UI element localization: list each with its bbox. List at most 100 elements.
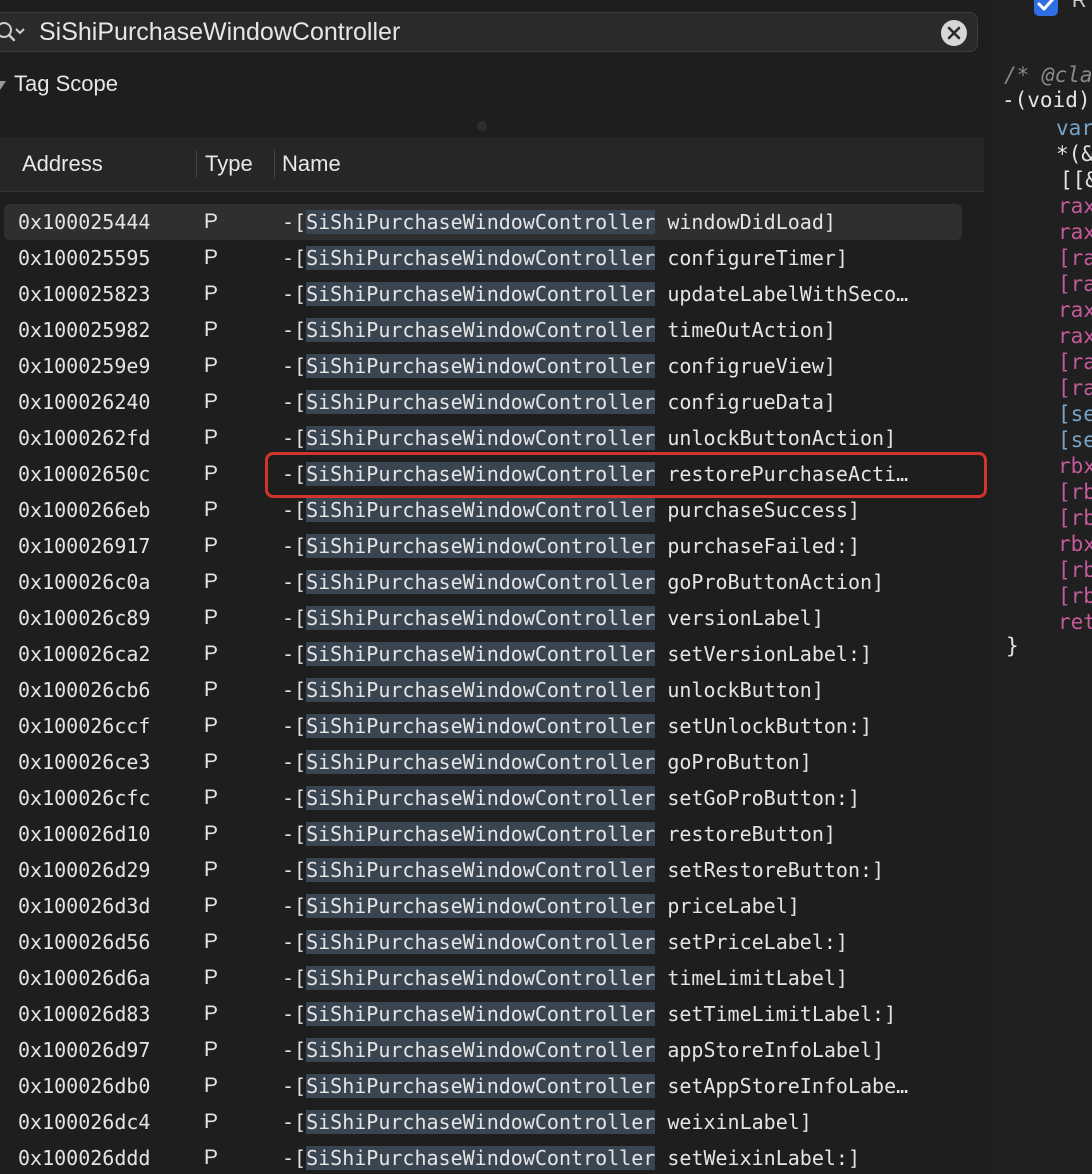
type-cell: P [204, 462, 219, 485]
address-cell: 0x100026cfc [18, 786, 151, 810]
search-match-highlight: SiShiPurchaseWindowController [306, 570, 656, 594]
search-match-highlight: SiShiPurchaseWindowController [306, 714, 656, 738]
name-cell: -[SiShiPurchaseWindowController timeOutA… [282, 312, 942, 348]
table-row[interactable]: 0x100026db0 P -[SiShiPurchaseWindowControl… [0, 1068, 990, 1104]
table-row[interactable]: 0x100026917 P -[SiShiPurchaseWindowControl… [0, 528, 990, 564]
table-row[interactable]: 0x100026d3d P -[SiShiPurchaseWindowControl… [0, 888, 990, 924]
type-cell: P [204, 210, 219, 233]
table-row[interactable]: 0x100025982 P -[SiShiPurchaseWindowControl… [0, 312, 990, 348]
method-name: weixinLabel] [655, 1110, 812, 1134]
name-prefix: -[ [282, 1110, 307, 1134]
search-match-highlight: SiShiPurchaseWindowController [306, 750, 656, 774]
search-match-highlight: SiShiPurchaseWindowController [306, 354, 656, 378]
code-line: } [1006, 634, 1019, 658]
name-prefix: -[ [282, 858, 307, 882]
code-line: *(& [1056, 142, 1092, 166]
table-row[interactable]: 0x100026d97 P -[SiShiPurchaseWindowControl… [0, 1032, 990, 1068]
method-name: windowDidLoad] [655, 210, 836, 234]
address-cell: 0x100026c0a [18, 570, 151, 594]
name-prefix: -[ [282, 894, 307, 918]
name-prefix: -[ [282, 786, 307, 810]
address-cell: 0x100026d56 [18, 930, 151, 954]
code-line: [se [1058, 402, 1092, 426]
search-input[interactable] [39, 13, 919, 51]
disclosure-triangle-icon[interactable] [0, 80, 6, 90]
tag-scope-toggle[interactable]: Tag Scope [0, 70, 118, 98]
search-match-highlight: SiShiPurchaseWindowController [306, 426, 656, 450]
checkbox[interactable] [1034, 0, 1058, 16]
address-cell: 0x100026d97 [18, 1038, 151, 1062]
address-cell: 0x100025982 [18, 318, 151, 342]
name-cell: -[SiShiPurchaseWindowController purchase… [282, 528, 942, 564]
pseudocode-pane: R /* @cla-(void)var*(&[[&raxrax[ra[rarax… [992, 0, 1092, 1174]
table-row[interactable]: 0x100026d29 P -[SiShiPurchaseWindowControl… [0, 852, 990, 888]
type-cell: P [204, 1110, 219, 1133]
method-name: updateLabelWithSeco… [655, 282, 909, 306]
table-row[interactable]: 0x1000259e9 P -[SiShiPurchaseWindowControl… [0, 348, 990, 384]
table-row[interactable]: 0x100026ca2 P -[SiShiPurchaseWindowControl… [0, 636, 990, 672]
name-prefix: -[ [282, 498, 307, 522]
code-line: rax [1058, 194, 1092, 218]
address-cell: 0x100026dc4 [18, 1110, 151, 1134]
column-divider[interactable] [196, 150, 197, 178]
code-line: rbx [1058, 532, 1092, 556]
table-row[interactable]: 0x100026d83 P -[SiShiPurchaseWindowControl… [0, 996, 990, 1032]
name-prefix: -[ [282, 318, 307, 342]
table-row[interactable]: 0x100025595 P -[SiShiPurchaseWindowControl… [0, 240, 990, 276]
type-cell: P [204, 570, 219, 593]
code-line: [ra [1058, 376, 1092, 400]
table-row[interactable]: 0x100026cb6 P -[SiShiPurchaseWindowControl… [0, 672, 990, 708]
address-cell: 0x100026db0 [18, 1074, 151, 1098]
code-line: rax [1058, 298, 1092, 322]
type-cell: P [204, 1002, 219, 1025]
method-name: setVersionLabel:] [655, 642, 873, 666]
column-header-type[interactable]: Type [205, 137, 253, 191]
name-cell: -[SiShiPurchaseWindowController appStore… [282, 1032, 942, 1068]
tag-scope-label: Tag Scope [14, 71, 118, 96]
method-name: unlockButtonAction] [655, 426, 897, 450]
name-prefix: -[ [282, 390, 307, 414]
type-cell: P [204, 282, 219, 305]
table-row[interactable]: 0x100026c89 P -[SiShiPurchaseWindowControl… [0, 600, 990, 636]
clear-search-icon[interactable] [941, 20, 967, 46]
symbol-table-body: 0x100025444 P -[SiShiPurchaseWindowControl… [0, 204, 990, 1174]
code-line: ret [1058, 610, 1092, 634]
address-cell: 0x100026d3d [18, 894, 151, 918]
address-cell: 0x1000259e9 [18, 354, 151, 378]
search-match-highlight: SiShiPurchaseWindowController [306, 318, 656, 342]
name-prefix: -[ [282, 750, 307, 774]
table-row[interactable]: 0x100025823 P -[SiShiPurchaseWindowControl… [0, 276, 990, 312]
name-cell: -[SiShiPurchaseWindowController unlockBu… [282, 420, 942, 456]
column-header-name[interactable]: Name [282, 137, 341, 191]
column-header-address[interactable]: Address [22, 137, 103, 191]
table-row[interactable]: 0x100026d56 P -[SiShiPurchaseWindowControl… [0, 924, 990, 960]
table-row[interactable]: 0x100026d10 P -[SiShiPurchaseWindowControl… [0, 816, 990, 852]
code-line: [ra [1058, 350, 1092, 374]
table-row[interactable]: 0x100026cfc P -[SiShiPurchaseWindowControl… [0, 780, 990, 816]
table-row[interactable]: 0x100026dc4 P -[SiShiPurchaseWindowControl… [0, 1104, 990, 1140]
table-row[interactable]: 0x100026ddd P -[SiShiPurchaseWindowControl… [0, 1140, 990, 1174]
name-cell: -[SiShiPurchaseWindowController setPrice… [282, 924, 942, 960]
table-row[interactable]: 0x100026c0a P -[SiShiPurchaseWindowControl… [0, 564, 990, 600]
search-match-highlight: SiShiPurchaseWindowController [306, 390, 656, 414]
code-line: rbx [1058, 454, 1092, 478]
method-name: setRestoreButton:] [655, 858, 885, 882]
type-cell: P [204, 606, 219, 629]
name-cell: -[SiShiPurchaseWindowController unlockBu… [282, 672, 942, 708]
table-row[interactable]: 0x100026ce3 P -[SiShiPurchaseWindowControl… [0, 744, 990, 780]
method-name: goProButton] [655, 750, 812, 774]
type-cell: P [204, 390, 219, 413]
table-row[interactable]: 0x100025444 P -[SiShiPurchaseWindowControl… [0, 204, 990, 240]
table-row[interactable]: 0x100026d6a P -[SiShiPurchaseWindowControl… [0, 960, 990, 996]
code-line: [rb [1058, 480, 1092, 504]
address-cell: 0x100026d10 [18, 822, 151, 846]
table-row[interactable]: 0x100026ccf P -[SiShiPurchaseWindowControl… [0, 708, 990, 744]
table-row[interactable]: 0x1000262fd P -[SiShiPurchaseWindowControl… [0, 420, 990, 456]
address-cell: 0x100026ccf [18, 714, 151, 738]
table-row[interactable]: 0x100026240 P -[SiShiPurchaseWindowControl… [0, 384, 990, 420]
address-cell: 0x100026d6a [18, 966, 151, 990]
search-bar[interactable] [0, 12, 978, 52]
name-cell: -[SiShiPurchaseWindowController updateLa… [282, 276, 942, 312]
type-cell: P [204, 642, 219, 665]
column-divider[interactable] [274, 150, 275, 178]
